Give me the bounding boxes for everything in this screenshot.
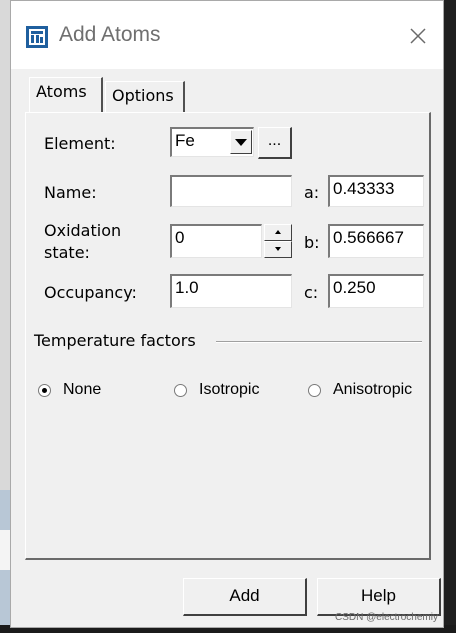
radio-button[interactable] bbox=[174, 383, 187, 397]
chevron-down-icon bbox=[235, 139, 247, 146]
group-divider bbox=[216, 341, 422, 343]
coord-a-input[interactable]: 0.43333 bbox=[328, 175, 424, 207]
tab-atoms-label: Atoms bbox=[36, 82, 87, 101]
add-button-label: Add bbox=[229, 586, 260, 605]
arrow-down-icon bbox=[275, 247, 281, 251]
coord-c-value: 0.250 bbox=[333, 278, 376, 297]
temperature-isotropic-label: Isotropic bbox=[199, 381, 260, 398]
temperature-none-radio[interactable]: None bbox=[38, 381, 101, 399]
oxidation-state-value: 0 bbox=[175, 228, 185, 247]
coord-c-label: c: bbox=[304, 283, 319, 302]
atoms-tab-panel: Element: Fe ... Name: a: 0.43333 Oxidati… bbox=[25, 112, 431, 560]
element-browse-label: ... bbox=[267, 132, 282, 149]
add-atoms-dialog: Add Atoms Atoms Options Element: Fe ... bbox=[10, 0, 444, 628]
element-dropdown-button[interactable] bbox=[230, 130, 252, 154]
radio-button[interactable] bbox=[308, 383, 321, 397]
coord-a-value: 0.43333 bbox=[333, 179, 395, 198]
temperature-none-label: None bbox=[63, 381, 102, 398]
oxidation-state-input[interactable]: 0 bbox=[170, 224, 262, 258]
oxidation-state-stepper[interactable] bbox=[264, 224, 292, 258]
arrow-up-icon bbox=[275, 230, 281, 234]
tab-atoms[interactable]: Atoms bbox=[29, 77, 103, 112]
tab-options-label: Options bbox=[112, 86, 174, 105]
occupancy-value: 1.0 bbox=[175, 278, 199, 297]
background-dark-edge bbox=[442, 0, 456, 633]
temperature-anisotropic-label: Anisotropic bbox=[333, 381, 413, 398]
element-select[interactable]: Fe bbox=[170, 127, 254, 157]
app-icon bbox=[26, 26, 48, 48]
element-select-value: Fe bbox=[175, 131, 195, 150]
stepper-up-button[interactable] bbox=[264, 224, 292, 241]
add-button[interactable]: Add bbox=[183, 578, 307, 616]
close-icon[interactable] bbox=[403, 21, 433, 51]
stepper-down-button[interactable] bbox=[264, 241, 292, 258]
temperature-factors-heading: Temperature factors bbox=[34, 331, 196, 350]
watermark: CSDN @electrochemiy bbox=[335, 612, 438, 623]
radio-button-checked[interactable] bbox=[38, 383, 51, 397]
help-button-label: Help bbox=[361, 586, 396, 605]
coord-b-input[interactable]: 0.566667 bbox=[328, 224, 424, 258]
window-title: Add Atoms bbox=[59, 23, 161, 46]
occupancy-input[interactable]: 1.0 bbox=[170, 274, 292, 308]
name-label: Name: bbox=[44, 183, 97, 202]
tab-options[interactable]: Options bbox=[105, 81, 185, 113]
oxidation-label-line1: Oxidation bbox=[44, 221, 122, 240]
coord-b-label: b: bbox=[304, 233, 320, 252]
coord-a-label: a: bbox=[304, 183, 320, 202]
temperature-isotropic-radio[interactable]: Isotropic bbox=[174, 381, 259, 399]
oxidation-label-line2: state: bbox=[44, 243, 90, 262]
occupancy-label: Occupancy: bbox=[44, 283, 137, 302]
coord-b-value: 0.566667 bbox=[333, 228, 404, 247]
element-browse-button[interactable]: ... bbox=[258, 127, 292, 159]
element-label: Element: bbox=[44, 134, 116, 153]
temperature-anisotropic-radio[interactable]: Anisotropic bbox=[308, 381, 412, 399]
title-bar[interactable]: Add Atoms bbox=[11, 1, 443, 69]
coord-c-input[interactable]: 0.250 bbox=[328, 274, 424, 308]
name-input[interactable] bbox=[170, 175, 292, 207]
help-button[interactable]: Help bbox=[317, 578, 441, 616]
